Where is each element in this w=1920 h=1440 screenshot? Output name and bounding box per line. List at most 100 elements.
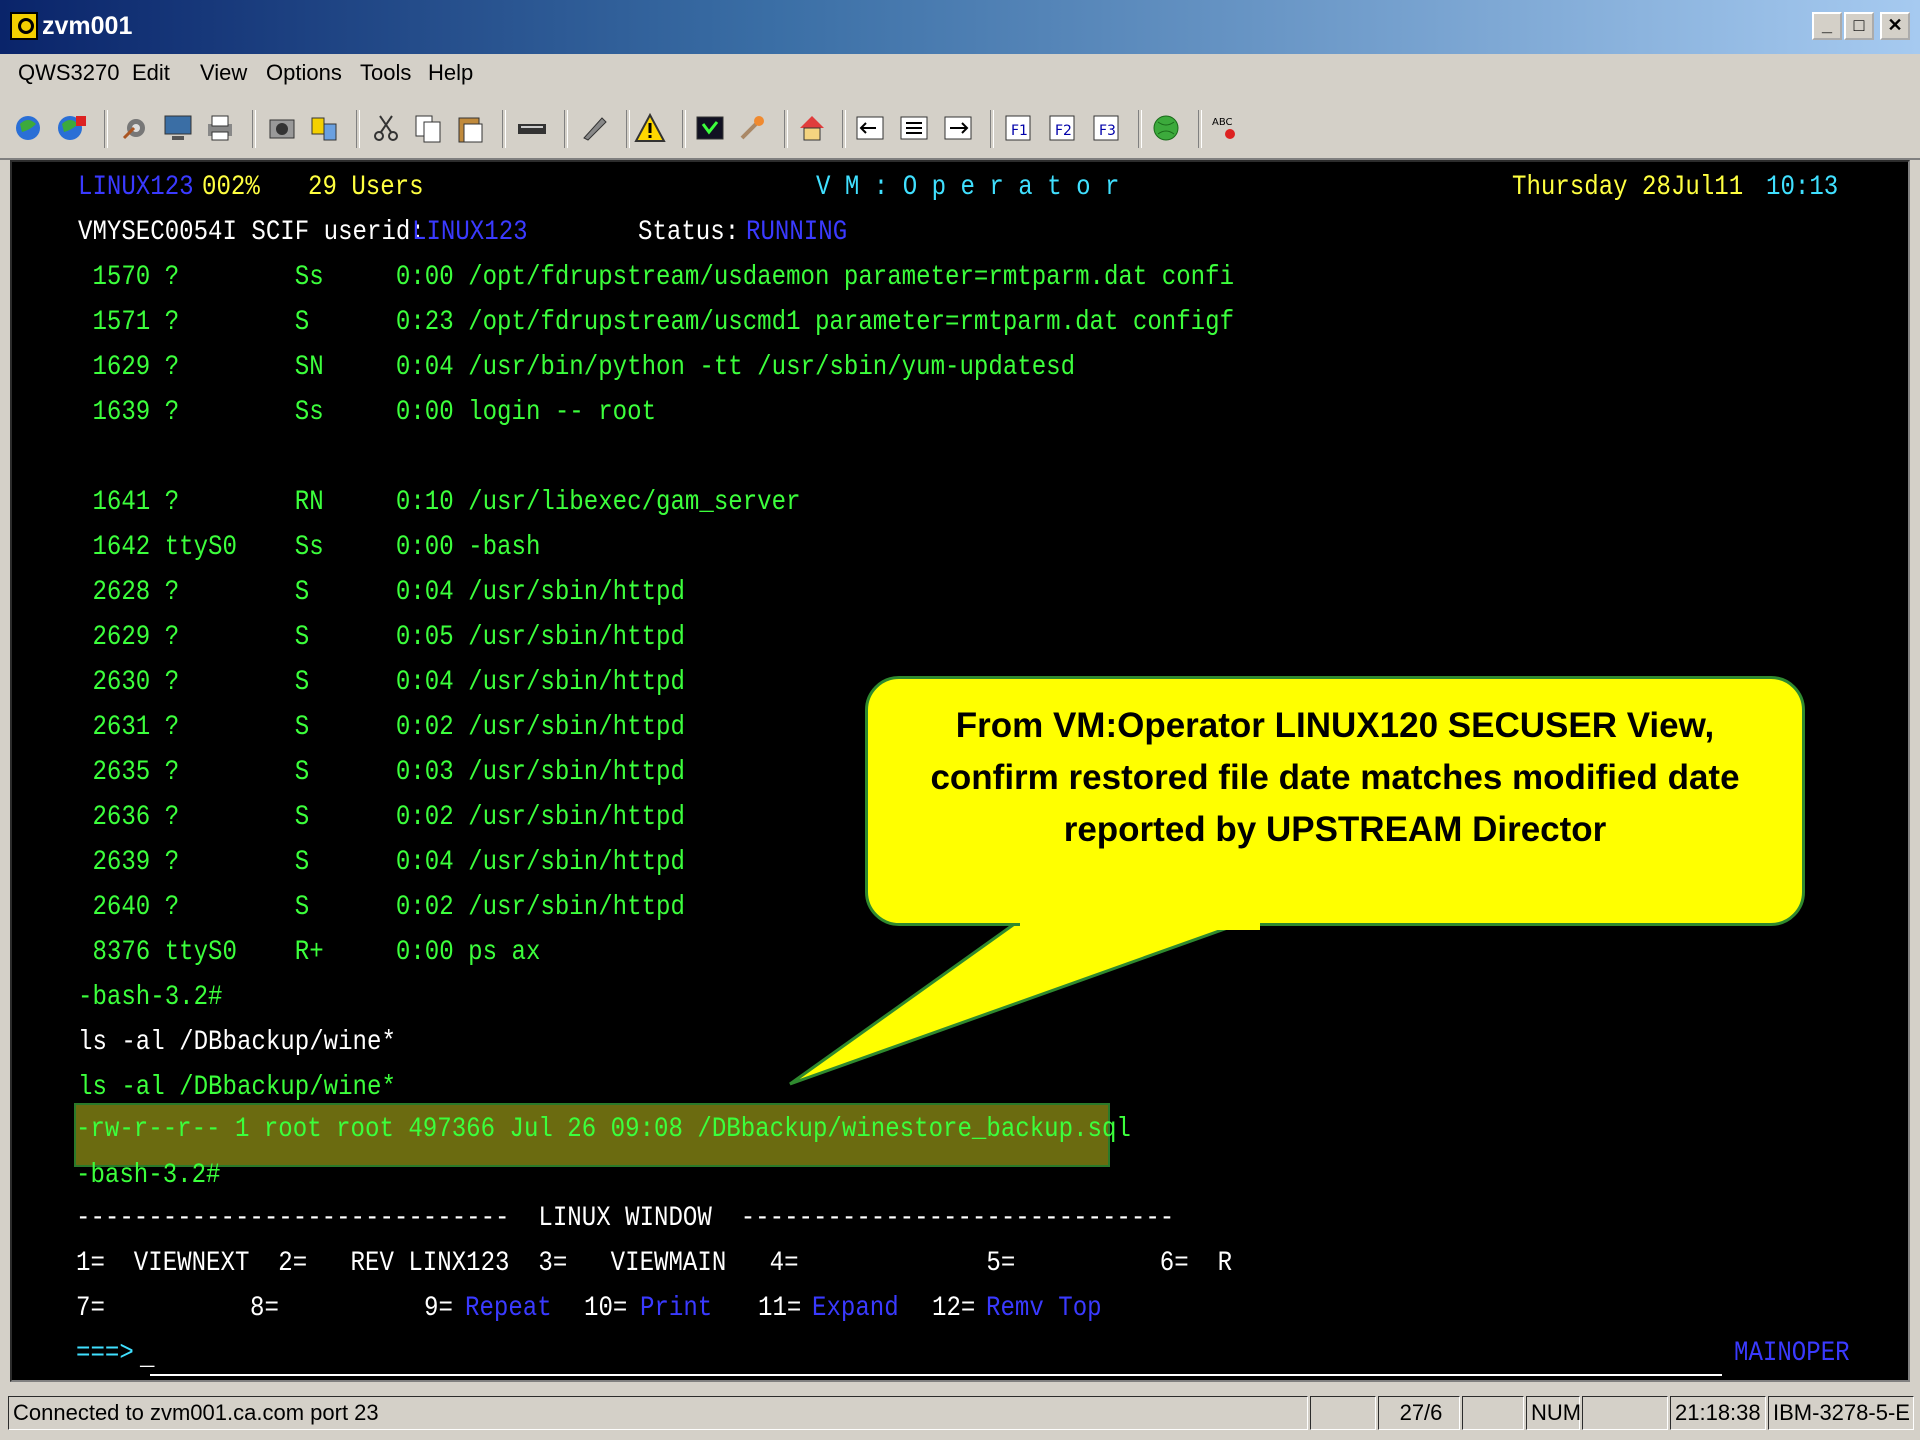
menu-options[interactable]: Options bbox=[266, 60, 342, 86]
toolbar-separator bbox=[990, 110, 994, 148]
secuser-message: VMYSEC0054I SCIF userid: bbox=[78, 217, 425, 248]
capture-icon[interactable] bbox=[266, 112, 298, 144]
pf10-label[interactable]: Print bbox=[640, 1293, 712, 1324]
header-time: 10:13 bbox=[1766, 172, 1839, 203]
connect-icon[interactable] bbox=[14, 112, 46, 144]
minimize-button[interactable]: _ bbox=[1812, 12, 1842, 40]
pf9-key[interactable]: 9= bbox=[424, 1293, 453, 1324]
toolbar-separator bbox=[1138, 110, 1142, 148]
close-button[interactable]: ✕ bbox=[1880, 12, 1910, 40]
process-line: 2640 ? S 0:02 /usr/sbin/httpd bbox=[78, 892, 685, 923]
field-prev-icon[interactable] bbox=[854, 112, 886, 144]
shell-prompt: -bash-3.2# bbox=[78, 982, 223, 1013]
status-value: RUNNING bbox=[746, 217, 848, 248]
pf-keys-row1[interactable]: 1= VIEWNEXT 2= REV LINX123 3= VIEWMAIN 4… bbox=[76, 1248, 1232, 1279]
callout-text: From VM:Operator LINUX120 SECUSER View, … bbox=[880, 700, 1790, 856]
menu-view[interactable]: View bbox=[200, 60, 247, 86]
pf10-key[interactable]: 10= bbox=[584, 1293, 627, 1324]
command-input[interactable] bbox=[150, 1374, 1722, 1376]
pf12-label[interactable]: Remv Top bbox=[986, 1293, 1102, 1324]
pf12-key[interactable]: 12= bbox=[932, 1293, 975, 1324]
menu-help[interactable]: Help bbox=[428, 60, 473, 86]
process-line: 2630 ? S 0:04 /usr/sbin/httpd bbox=[78, 667, 685, 698]
process-line: 8376 ttyS0 R+ 0:00 ps ax bbox=[78, 937, 541, 968]
menu-edit[interactable]: Edit bbox=[132, 60, 170, 86]
terminal-type: IBM-3278-5-E bbox=[1768, 1396, 1914, 1430]
toolbar-separator bbox=[1198, 110, 1202, 148]
pf7-key[interactable]: 7= bbox=[76, 1293, 105, 1324]
header-date: Thursday 28Jul11 bbox=[1512, 172, 1744, 203]
field-next-icon[interactable] bbox=[942, 112, 974, 144]
status-clock: 21:18:38 bbox=[1670, 1396, 1766, 1430]
pf8-key[interactable]: 8= bbox=[250, 1293, 279, 1324]
command-prompt: ===> bbox=[76, 1338, 134, 1369]
toolbar-separator bbox=[104, 110, 108, 148]
user-count: 29 Users bbox=[308, 172, 424, 203]
menu-bar: QWS3270 Edit View Options Tools Help bbox=[0, 54, 1920, 92]
connection-status: Connected to zvm001.ca.com port 23 bbox=[8, 1396, 1308, 1430]
process-line: 2636 ? S 0:02 /usr/sbin/httpd bbox=[78, 802, 685, 833]
globe-icon[interactable] bbox=[1150, 112, 1182, 144]
tool-icon[interactable] bbox=[736, 112, 768, 144]
product-title: V M : O p e r a t o r bbox=[816, 172, 1120, 203]
svg-text:F1: F1 bbox=[1011, 123, 1028, 139]
paste-icon[interactable] bbox=[454, 112, 486, 144]
secuser-userid: LINUX123 bbox=[412, 217, 528, 248]
svg-text:ABC: ABC bbox=[1212, 117, 1233, 128]
toolbar-separator bbox=[682, 110, 686, 148]
callout-pointer bbox=[789, 918, 1251, 1086]
menu-tools[interactable]: Tools bbox=[360, 60, 411, 86]
status-bar: Connected to zvm001.ca.com port 23 27/6 … bbox=[0, 1390, 1920, 1440]
cut-icon[interactable] bbox=[370, 112, 402, 144]
window-title: zvm001 bbox=[42, 12, 133, 40]
svg-text:F2: F2 bbox=[1055, 123, 1072, 139]
pf11-key[interactable]: 11= bbox=[758, 1293, 801, 1324]
title-bar: zvm001 _ □ ✕ bbox=[0, 0, 1920, 54]
status-empty-1 bbox=[1310, 1396, 1376, 1430]
status-empty-3 bbox=[1582, 1396, 1668, 1430]
f3-icon[interactable]: F3 bbox=[1090, 112, 1122, 144]
system-name: LINUX123 bbox=[78, 172, 194, 203]
process-line: 2628 ? S 0:04 /usr/sbin/httpd bbox=[78, 577, 685, 608]
maximize-button[interactable]: □ bbox=[1844, 12, 1874, 40]
command-cursor: _ bbox=[140, 1342, 155, 1373]
keyboard-icon[interactable] bbox=[516, 112, 548, 144]
cursor-position: 27/6 bbox=[1378, 1396, 1460, 1430]
spell-icon[interactable]: ABC bbox=[1208, 112, 1240, 144]
terminal-icon[interactable] bbox=[694, 112, 726, 144]
macro-icon[interactable] bbox=[120, 112, 152, 144]
linux-window-divider: ------------------------------ LINUX WIN… bbox=[76, 1203, 1175, 1234]
transfer-icon[interactable] bbox=[308, 112, 340, 144]
shell-prompt-final: -bash-3.2# bbox=[76, 1160, 221, 1191]
display-icon[interactable] bbox=[162, 112, 194, 144]
toolbar-separator bbox=[564, 110, 568, 148]
command-line: ls -al /DBbackup/wine* bbox=[78, 1072, 396, 1103]
alert-icon[interactable] bbox=[634, 112, 666, 144]
toolbar-separator bbox=[626, 110, 630, 148]
pf11-label[interactable]: Expand bbox=[812, 1293, 899, 1324]
settings-icon[interactable] bbox=[578, 112, 610, 144]
callout-line-3: reported by UPSTREAM Director bbox=[1063, 810, 1607, 849]
app-icon bbox=[10, 12, 38, 40]
toolbar-separator bbox=[842, 110, 846, 148]
process-line: 1639 ? Ss 0:00 login -- root bbox=[78, 397, 657, 428]
process-line: 1641 ? RN 0:10 /usr/libexec/gam_server bbox=[78, 487, 801, 518]
f1-icon[interactable]: F1 bbox=[1002, 112, 1034, 144]
pf9-label[interactable]: Repeat bbox=[465, 1293, 552, 1324]
print-icon[interactable] bbox=[204, 112, 236, 144]
process-line: 1642 ttyS0 Ss 0:00 -bash bbox=[78, 532, 541, 563]
status-empty-2 bbox=[1462, 1396, 1524, 1430]
home-icon[interactable] bbox=[796, 112, 828, 144]
disconnect-icon[interactable] bbox=[56, 112, 88, 144]
process-line: 2631 ? S 0:02 /usr/sbin/httpd bbox=[78, 712, 685, 743]
num-lock-indicator: NUM bbox=[1526, 1396, 1581, 1430]
toolbar: F1 F2 F3 ABC bbox=[0, 98, 1920, 160]
process-line: 2639 ? S 0:04 /usr/sbin/httpd bbox=[78, 847, 685, 878]
process-line: 2629 ? S 0:05 /usr/sbin/httpd bbox=[78, 622, 685, 653]
toolbar-separator bbox=[502, 110, 506, 148]
field-list-icon[interactable] bbox=[898, 112, 930, 144]
copy-icon[interactable] bbox=[412, 112, 444, 144]
process-line: 2635 ? S 0:03 /usr/sbin/httpd bbox=[78, 757, 685, 788]
f2-icon[interactable]: F2 bbox=[1046, 112, 1078, 144]
menu-qws3270[interactable]: QWS3270 bbox=[18, 60, 120, 86]
